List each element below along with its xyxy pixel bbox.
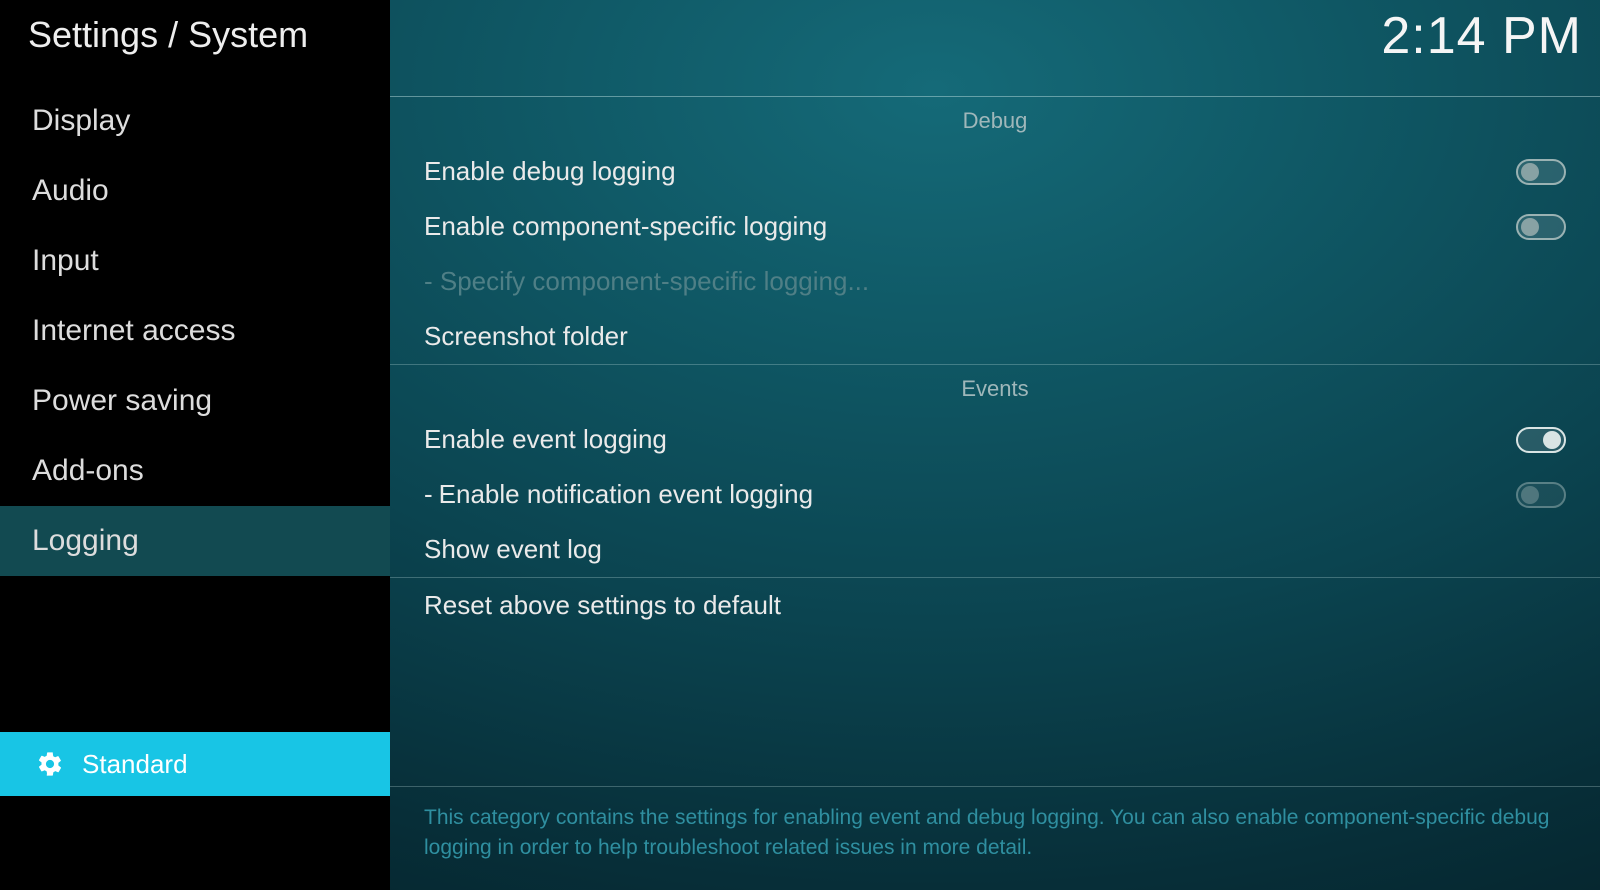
setting-label: - Specify component-specific logging... [424,266,1566,297]
settings-level-selector[interactable]: Standard [0,732,390,796]
setting-label: Enable event logging [424,424,1516,455]
setting-specify-component-logging: - Specify component-specific logging... [390,254,1600,309]
toggle-enable-notification-event-logging[interactable] [1516,482,1566,508]
toggle-enable-event-logging[interactable] [1516,427,1566,453]
section-header-events: Events [390,364,1600,412]
clock: 2:14 PM [1381,6,1582,66]
sidebar-items: Display Audio Input Internet access Powe… [0,86,390,576]
main-panel: 2:14 PM Debug Enable debug logging Enabl… [390,0,1600,890]
setting-label: Show event log [424,534,1566,565]
sidebar-item-power-saving[interactable]: Power saving [0,366,390,436]
setting-label: Reset above settings to default [424,590,1566,621]
sidebar-item-input[interactable]: Input [0,226,390,296]
setting-enable-notification-event-logging[interactable]: -Enable notification event logging [390,467,1600,522]
sidebar-item-add-ons[interactable]: Add-ons [0,436,390,506]
setting-show-event-log[interactable]: Show event log [390,522,1600,577]
settings-content: Debug Enable debug logging Enable compon… [390,96,1600,890]
setting-enable-debug-logging[interactable]: Enable debug logging [390,144,1600,199]
setting-screenshot-folder[interactable]: Screenshot folder [390,309,1600,364]
breadcrumb: Settings / System [0,0,390,86]
sidebar-item-display[interactable]: Display [0,86,390,156]
gear-icon [36,750,64,778]
sidebar-item-audio[interactable]: Audio [0,156,390,226]
sidebar-item-internet-access[interactable]: Internet access [0,296,390,366]
sidebar: Settings / System Display Audio Input In… [0,0,390,890]
help-text: This category contains the settings for … [390,786,1600,890]
setting-label: Enable debug logging [424,156,1516,187]
setting-label: Screenshot folder [424,321,1566,352]
setting-enable-event-logging[interactable]: Enable event logging [390,412,1600,467]
setting-sub-label: Enable notification event logging [439,479,813,509]
setting-reset-defaults[interactable]: Reset above settings to default [390,578,1600,633]
sidebar-item-logging[interactable]: Logging [0,506,390,576]
setting-enable-component-logging[interactable]: Enable component-specific logging [390,199,1600,254]
setting-label: -Enable notification event logging [424,479,1516,510]
section-header-debug: Debug [390,96,1600,144]
setting-label: Enable component-specific logging [424,211,1516,242]
settings-level-label: Standard [82,749,188,780]
toggle-enable-component-logging[interactable] [1516,214,1566,240]
toggle-enable-debug-logging[interactable] [1516,159,1566,185]
sub-prefix: - [424,479,433,509]
